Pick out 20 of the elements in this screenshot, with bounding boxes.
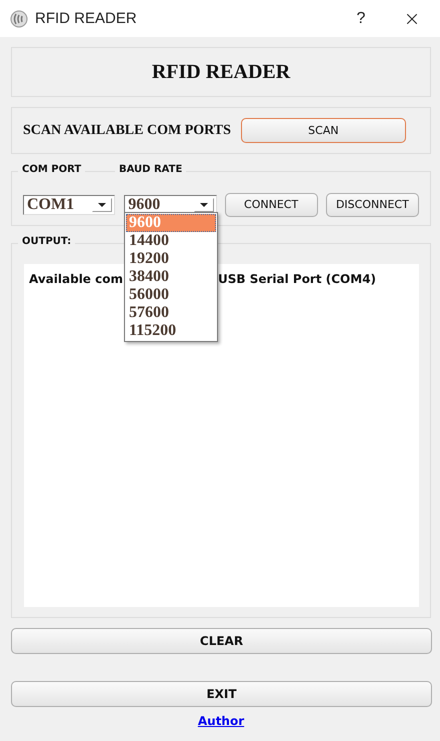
dropdown-arrow-icon [200,202,208,206]
com-port-label: COM PORT [18,164,86,175]
app-icon [10,10,28,28]
output-text: Available com [29,272,123,288]
window-title: RFID READER [35,10,138,27]
disconnect-button[interactable]: DISCONNECT [326,192,419,216]
author-link[interactable]: Author [198,714,244,728]
dropdown-arrow-icon [98,202,106,206]
clear-button[interactable]: CLEAR [11,628,432,654]
app-heading: RFID READER [152,60,290,84]
output-text: USB Serial Port (COM4) [218,272,376,288]
help-button[interactable]: ? [338,10,384,28]
scan-label: SCAN AVAILABLE COM PORTS [23,122,231,138]
com-port-dropdown[interactable]: COM1 [23,194,116,214]
baud-rate-label: BAUD RATE [115,164,186,175]
scan-button[interactable]: SCAN [240,118,406,143]
exit-button[interactable]: EXIT [11,681,432,707]
baud-rate-dropdown[interactable]: 9600 [124,194,216,214]
connect-button[interactable]: CONNECT [224,192,318,216]
output-label: OUTPUT: [18,236,76,247]
